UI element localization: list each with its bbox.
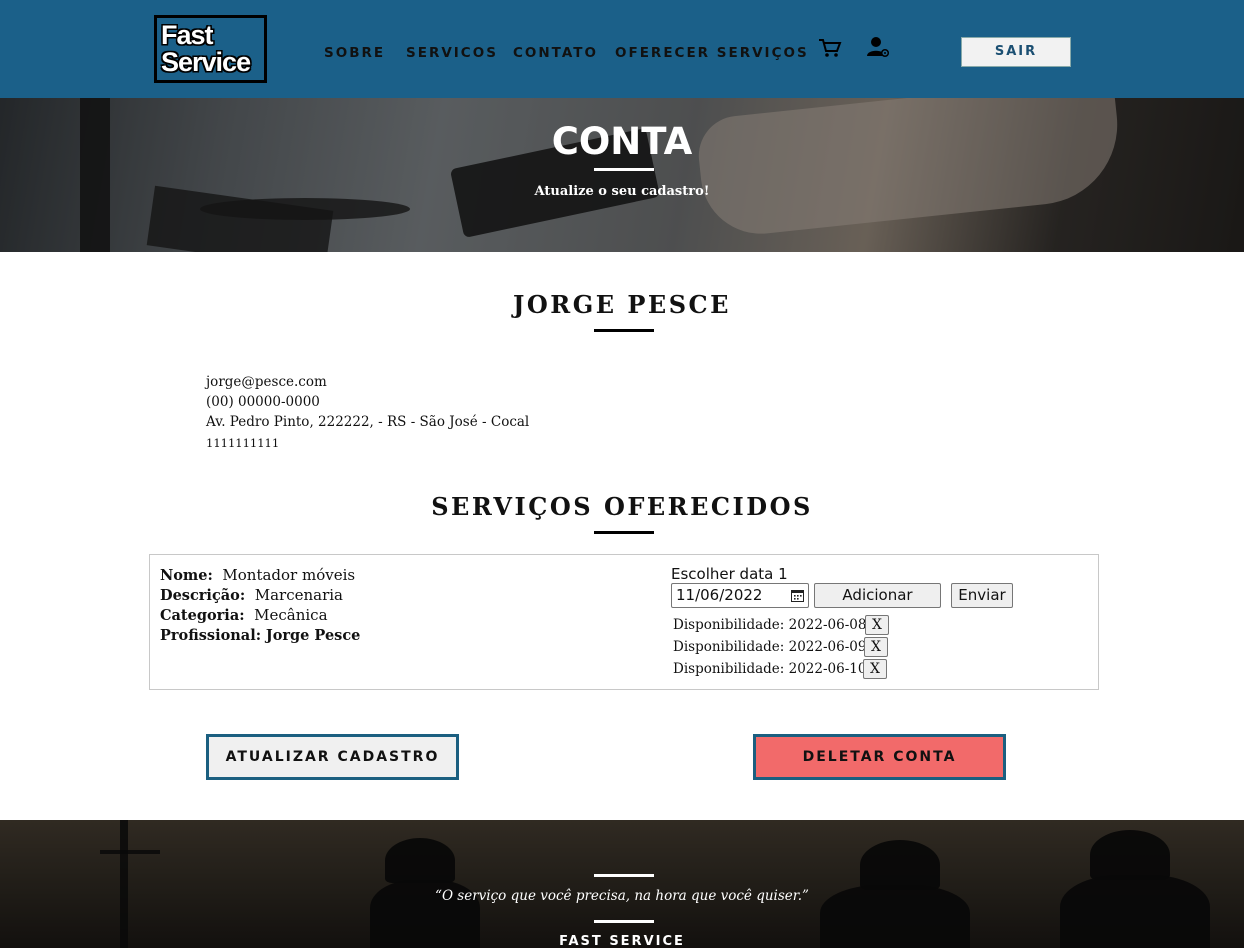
availability-item: Disponibilidade: 2022-06-09: [673, 639, 866, 655]
add-date-button[interactable]: Adicionar: [814, 583, 941, 608]
nav-link-oferecer-servicos[interactable]: OFERECER SERVIÇOS: [615, 45, 809, 61]
service-name-value: Montador móveis: [222, 566, 356, 584]
availability-date: 2022-06-08: [788, 617, 867, 633]
availability-date: 2022-06-09: [788, 639, 867, 655]
logout-button[interactable]: SAIR: [961, 37, 1071, 67]
remove-availability-button[interactable]: X: [863, 659, 887, 679]
remove-availability-button[interactable]: X: [864, 637, 888, 657]
logo-line-2: Service: [161, 47, 251, 77]
date-input-value: 11/06/2022: [676, 586, 763, 604]
footer-quote: “O serviço que você precisa, na hora que…: [435, 888, 809, 904]
footer-divider-bottom: [594, 920, 654, 923]
nav-link-contato[interactable]: CONTATO: [513, 45, 598, 61]
service-card: Nome: Montador móveis Descrição: Marcena…: [149, 554, 1099, 690]
hero-divider: [594, 168, 654, 171]
date-picker-label: Escolher data 1: [671, 565, 788, 583]
delete-account-button[interactable]: DELETAR CONTA: [753, 734, 1006, 780]
profile-name-divider: [594, 329, 654, 332]
profile-email: jorge@pesce.com: [206, 374, 327, 390]
footer-overlay: [0, 820, 1244, 948]
service-category-row: Categoria: Mecânica: [160, 606, 328, 624]
footer-divider-top: [594, 874, 654, 877]
availability-label: Disponibilidade:: [673, 661, 785, 677]
footer: “O serviço que você precisa, na hora que…: [0, 820, 1244, 948]
availability-label: Disponibilidade:: [673, 617, 785, 633]
service-professional-label: Profissional:: [160, 627, 262, 644]
services-section-title: SERVIÇOS OFERECIDOS: [431, 492, 813, 521]
update-profile-button[interactable]: ATUALIZAR CADASTRO: [206, 734, 459, 780]
availability-date: 2022-06-10: [788, 661, 867, 677]
service-professional-row: Profissional: Jorge Pesce: [160, 626, 360, 644]
availability-item: Disponibilidade: 2022-06-08: [673, 617, 866, 633]
service-professional-value: Jorge Pesce: [265, 627, 361, 644]
profile-phone: (00) 00000-0000: [206, 394, 320, 410]
send-button[interactable]: Enviar: [951, 583, 1013, 608]
service-description-value: Marcenaria: [254, 586, 343, 604]
service-description-label: Descrição:: [160, 587, 246, 604]
hero-banner: CONTA Atualize o seu cadastro!: [0, 98, 1244, 252]
service-category-label: Categoria:: [160, 607, 245, 624]
service-description-row: Descrição: Marcenaria: [160, 586, 343, 604]
fast-service-logo[interactable]: Fast Service: [154, 15, 267, 83]
footer-brand: FAST SERVICE: [559, 934, 685, 948]
service-name-row: Nome: Montador móveis: [160, 566, 355, 584]
services-divider: [594, 531, 654, 534]
nav-link-servicos[interactable]: SERVICOS: [406, 45, 498, 61]
user-settings-icon[interactable]: [866, 35, 890, 59]
page-subtitle: Atualize o seu cadastro!: [534, 184, 710, 199]
logo-line-1: Fast: [161, 20, 214, 50]
profile-name: JORGE PESCE: [513, 290, 731, 319]
availability-item: Disponibilidade: 2022-06-10: [673, 661, 866, 677]
calendar-icon[interactable]: [791, 589, 804, 602]
availability-label: Disponibilidade:: [673, 639, 785, 655]
profile-document: 1111111111: [206, 436, 280, 450]
service-name-label: Nome:: [160, 567, 213, 584]
nav-link-sobre[interactable]: SOBRE: [324, 45, 385, 61]
cart-icon[interactable]: [818, 37, 842, 59]
top-navbar: Fast Service SOBRE SERVICOS CONTATO OFER…: [0, 0, 1244, 98]
profile-address: Av. Pedro Pinto, 222222, - RS - São José…: [206, 414, 530, 430]
remove-availability-button[interactable]: X: [865, 615, 889, 635]
page-title: CONTA: [551, 120, 693, 163]
service-category-value: Mecânica: [254, 606, 328, 624]
date-input[interactable]: 11/06/2022: [671, 583, 809, 608]
